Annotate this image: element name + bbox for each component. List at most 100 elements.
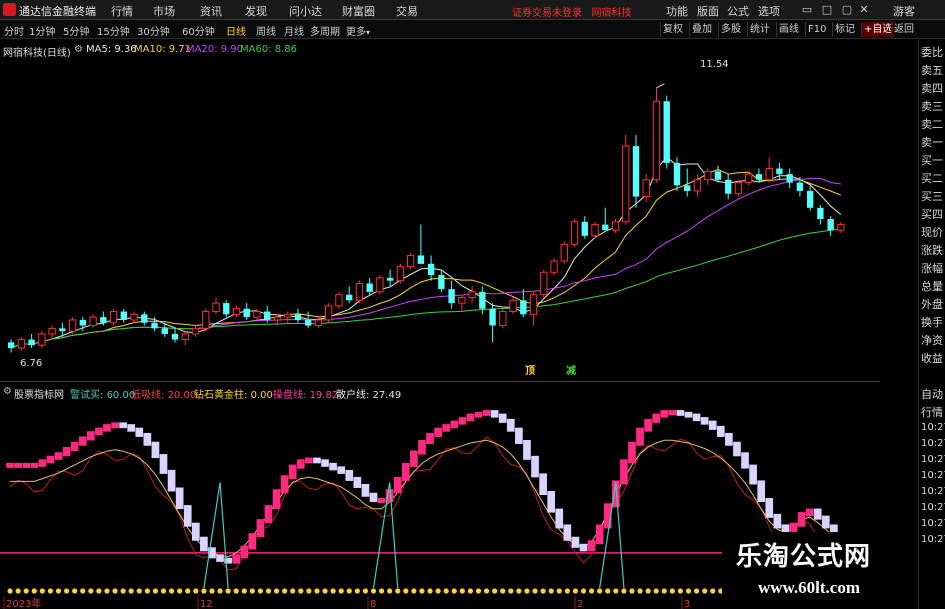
rp-quote[interactable]: 行情 bbox=[921, 404, 945, 420]
operator-block bbox=[813, 508, 822, 520]
menu-item-banmian[interactable]: 版面 bbox=[697, 3, 719, 19]
rp-sell4[interactable]: 卖四 bbox=[921, 80, 945, 96]
high-pointer bbox=[656, 83, 665, 89]
maximize-icon[interactable]: ▢ bbox=[840, 3, 854, 16]
rp-buy4[interactable]: 买四 bbox=[921, 206, 945, 222]
tool-add-favorite[interactable]: +自选 bbox=[861, 22, 895, 37]
menu-item-faxian[interactable]: 发现 bbox=[245, 3, 267, 19]
operator-block bbox=[531, 455, 539, 478]
tool-back[interactable]: 返回 bbox=[891, 22, 916, 37]
menu-item-xuanxiang[interactable]: 选项 bbox=[758, 3, 780, 19]
menu-item-wenxiaoda[interactable]: 问小达 bbox=[289, 3, 322, 19]
menu-item-shichang[interactable]: 市场 bbox=[153, 3, 175, 19]
rp-weibi[interactable]: 委比 bbox=[921, 44, 945, 60]
login-warning[interactable]: 证券交易未登录 网宿科技 bbox=[512, 4, 632, 19]
period-30min[interactable]: 30分钟 bbox=[137, 23, 170, 38]
restore-icon[interactable]: □ bbox=[820, 3, 834, 16]
diamond-gold-dot bbox=[338, 588, 344, 594]
settings-gear-icon[interactable]: ⚙ bbox=[74, 44, 83, 55]
candle-body bbox=[7, 342, 15, 348]
guest-label[interactable]: 游客 bbox=[893, 3, 915, 19]
menu-item-gongneng[interactable]: 功能 bbox=[666, 3, 688, 19]
diamond-gold-dot bbox=[548, 588, 554, 594]
close-icon[interactable]: ✕ bbox=[857, 3, 871, 16]
candle-body bbox=[734, 182, 743, 195]
period-5min[interactable]: 5分钟 bbox=[63, 23, 89, 38]
diamond-gold-dot bbox=[257, 588, 264, 594]
candlestick-pane[interactable]: 7.007.508.008.509.009.5010.0010.5011.001… bbox=[0, 40, 880, 381]
rp-earnings[interactable]: 收益 bbox=[921, 350, 945, 366]
menu-item-jiaoyi[interactable]: 交易 bbox=[396, 3, 418, 19]
rp-turnover[interactable]: 换手 bbox=[921, 314, 945, 330]
candle-body bbox=[560, 243, 568, 262]
period-multi[interactable]: 多周期 bbox=[310, 23, 340, 38]
candle-body bbox=[202, 311, 210, 329]
rp-outer[interactable]: 外盘 bbox=[921, 296, 945, 312]
rp-net-asset[interactable]: 净资 bbox=[921, 332, 945, 348]
tool-huaxian[interactable]: 画线 bbox=[776, 22, 801, 37]
minimize-icon[interactable]: ▭ bbox=[800, 3, 814, 16]
diamond-gold-dot bbox=[39, 588, 45, 594]
candle-body bbox=[171, 333, 179, 340]
operator-block bbox=[708, 420, 717, 430]
diamond-gold-dot bbox=[225, 588, 231, 594]
candlestick-chart: 7.007.508.008.509.009.5010.0010.5011.001… bbox=[7, 83, 845, 353]
diamond-gold-dot bbox=[516, 588, 522, 594]
rp-buy2[interactable]: 买二 bbox=[921, 170, 945, 186]
signal-reduce: 减 bbox=[566, 366, 576, 377]
rp-change[interactable]: 涨跌 bbox=[921, 242, 945, 258]
indicator-settings-icon[interactable]: ⚙ bbox=[3, 386, 12, 397]
tool-fuquan[interactable]: 复权 bbox=[660, 22, 685, 37]
rp-buy3[interactable]: 买三 bbox=[921, 188, 945, 204]
period-60min[interactable]: 60分钟 bbox=[182, 23, 215, 38]
period-monthly[interactable]: 月线 bbox=[284, 23, 304, 38]
operator-block bbox=[240, 545, 249, 559]
candle-body bbox=[335, 294, 343, 307]
diamond-gold-dot bbox=[96, 588, 102, 594]
period-more[interactable]: 更多▾ bbox=[346, 23, 370, 38]
indicator-name: 股票指标网 bbox=[14, 390, 64, 401]
period-daily[interactable]: 日线 bbox=[226, 23, 246, 38]
candle-body bbox=[663, 101, 670, 163]
operator-block bbox=[652, 413, 661, 423]
tool-tongji[interactable]: 统计 bbox=[747, 22, 772, 37]
operator-block bbox=[30, 462, 39, 468]
tool-diejia[interactable]: 叠加 bbox=[689, 22, 714, 37]
operator-block bbox=[458, 417, 467, 425]
period-15min[interactable]: 15分钟 bbox=[97, 23, 130, 38]
period-1min[interactable]: 1分钟 bbox=[29, 23, 55, 38]
operator-block bbox=[345, 469, 354, 481]
candle-body bbox=[786, 174, 793, 183]
rp-buy1[interactable]: 买一 bbox=[921, 152, 945, 168]
menu-item-hangqing[interactable]: 行情 bbox=[111, 3, 133, 19]
tool-duogu[interactable]: 多股 bbox=[718, 22, 743, 37]
rp-sell5[interactable]: 卖五 bbox=[921, 62, 945, 78]
rp-auto[interactable]: 自动 bbox=[921, 386, 945, 402]
operator-block bbox=[410, 450, 418, 467]
rp-volume[interactable]: 总量 bbox=[921, 278, 945, 294]
rp-price[interactable]: 现价 bbox=[921, 224, 945, 240]
candle-body bbox=[28, 339, 35, 346]
period-fenshi[interactable]: 分时 bbox=[4, 23, 24, 38]
candle-body bbox=[509, 299, 517, 313]
menu-item-zixun[interactable]: 资讯 bbox=[200, 3, 222, 19]
candle-body bbox=[314, 319, 323, 327]
operator-block bbox=[805, 508, 814, 517]
menu-item-caifuquan[interactable]: 财富圈 bbox=[342, 3, 375, 19]
operator-block bbox=[676, 410, 685, 416]
rp-sell3[interactable]: 卖三 bbox=[921, 98, 945, 114]
rp-sell2[interactable]: 卖二 bbox=[921, 116, 945, 132]
rp-change-pct[interactable]: 涨幅 bbox=[921, 260, 945, 276]
rp-sell1[interactable]: 卖一 bbox=[921, 134, 945, 150]
tool-biaoji[interactable]: 标记 bbox=[832, 22, 857, 37]
candle-body bbox=[396, 266, 405, 282]
menu-item-gongshi[interactable]: 公式 bbox=[727, 3, 749, 19]
period-weekly[interactable]: 周线 bbox=[256, 23, 276, 38]
operator-block bbox=[288, 464, 297, 480]
tool-f10[interactable]: F10 bbox=[805, 22, 828, 37]
operator-block bbox=[725, 432, 733, 446]
operator-block bbox=[555, 508, 564, 529]
candle-body bbox=[438, 275, 445, 290]
candle-body bbox=[693, 179, 702, 192]
diamond-gold-dot bbox=[15, 588, 21, 594]
